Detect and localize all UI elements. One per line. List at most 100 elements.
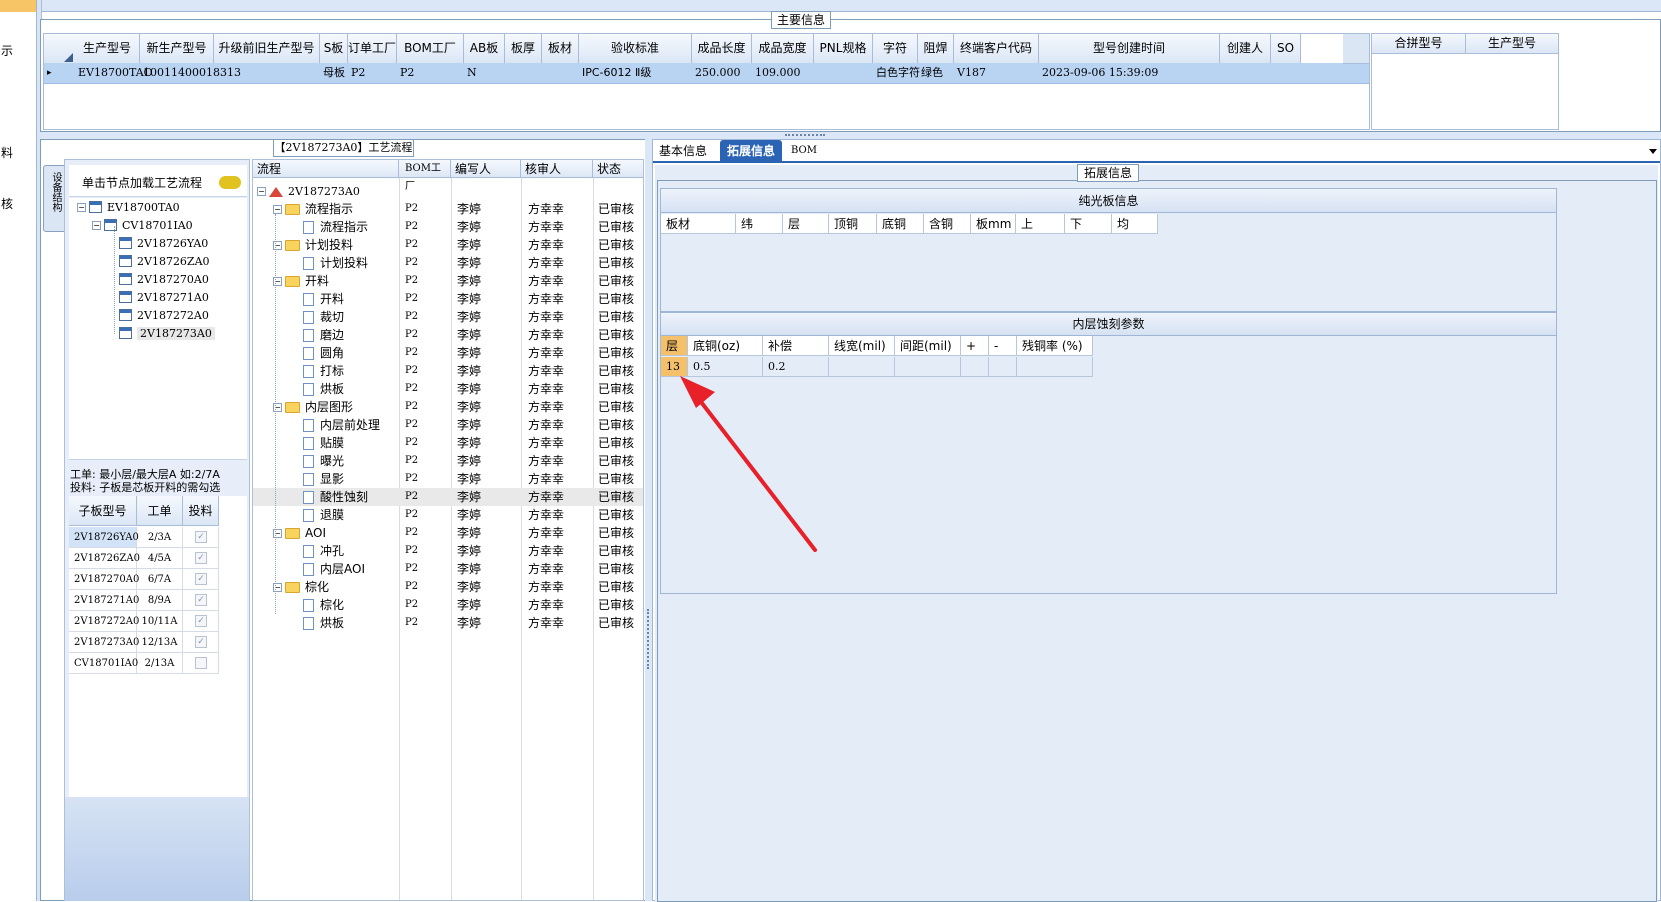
- col-header-5[interactable]: BOM工厂: [397, 34, 464, 64]
- tree-node[interactable]: 2V18726ZA0: [119, 253, 210, 271]
- flow-row[interactable]: − AOI P2 李婷 方幸幸 已审核: [253, 524, 643, 542]
- feed-checkbox[interactable]: ✓: [195, 573, 207, 585]
- flow-row[interactable]: 显影 P2 李婷 方幸幸 已审核: [253, 470, 643, 488]
- col-header-17[interactable]: 创建人: [1220, 34, 1271, 64]
- cell-16[interactable]: 2023-09-06 15:39:09: [1040, 63, 1221, 83]
- col-header-11[interactable]: 成品宽度: [752, 34, 814, 64]
- sub-col-header-1[interactable]: 工单: [137, 496, 183, 526]
- flow-row[interactable]: 圆角 P2 李婷 方幸幸 已审核: [253, 344, 643, 362]
- cell-1[interactable]: 10011400018313: [141, 63, 241, 83]
- feed-checkbox[interactable]: ✓: [195, 594, 207, 606]
- merge-col-0[interactable]: 合拼型号: [1372, 34, 1466, 54]
- col-header-8[interactable]: 板材: [542, 34, 579, 64]
- sub-model-cell[interactable]: 2V18726ZA0: [69, 548, 140, 569]
- collapse-icon[interactable]: −: [77, 202, 86, 212]
- flow-row[interactable]: 退膜 P2 李婷 方幸幸 已审核: [253, 506, 643, 524]
- cell-10[interactable]: 250.000: [693, 63, 753, 83]
- flow-row[interactable]: 流程指示 P2 李婷 方幸幸 已审核: [253, 218, 643, 236]
- flow-col-header-2[interactable]: 编写人: [451, 160, 521, 178]
- col-header-18[interactable]: SO: [1271, 34, 1301, 64]
- col-header-9[interactable]: 验收标准: [579, 34, 692, 64]
- col-header-12[interactable]: PNL规格: [814, 34, 873, 64]
- col-header-10[interactable]: 成品长度: [692, 34, 752, 64]
- sub-col-header-0[interactable]: 子板型号: [69, 496, 137, 526]
- collapse-icon[interactable]: −: [257, 187, 266, 196]
- sub-order-cell[interactable]: 4/5A: [137, 548, 183, 569]
- sub-order-cell[interactable]: 8/9A: [137, 590, 183, 611]
- cell-11[interactable]: 109.000: [753, 63, 815, 83]
- flow-row[interactable]: − 内层图形 P2 李婷 方幸幸 已审核: [253, 398, 643, 416]
- tree-node[interactable]: − CV18701IA0: [92, 217, 193, 235]
- sub-order-cell[interactable]: 12/13A: [137, 632, 183, 653]
- col-header-15[interactable]: 终端客户代码: [954, 34, 1039, 64]
- side-tab-device[interactable]: 设备结构: [43, 165, 65, 232]
- sub-model-cell[interactable]: 2V187271A0: [69, 590, 139, 611]
- left-nav-char-2[interactable]: 料: [1, 144, 13, 161]
- flow-row[interactable]: − 棕化 P2 李婷 方幸幸 已审核: [253, 578, 643, 596]
- flow-row[interactable]: 烘板 P2 李婷 方幸幸 已审核: [253, 614, 643, 632]
- flow-row[interactable]: 打标 P2 李婷 方幸幸 已审核: [253, 362, 643, 380]
- main-info-row[interactable]: ▸ EV18700TAO 10011400018313 母板 P2 P2 N IPC-6012…: [44, 63, 1369, 84]
- feed-checkbox[interactable]: ✓: [195, 615, 207, 627]
- sub-model-cell[interactable]: 2V187270A0: [69, 569, 139, 590]
- cell-0[interactable]: EV18700TAO: [76, 63, 153, 83]
- sub-model-cell[interactable]: CV18701IA0: [69, 653, 138, 674]
- col-header-16[interactable]: 型号创建时间: [1039, 34, 1220, 64]
- col-header-13[interactable]: 字符: [873, 34, 918, 64]
- tree-node[interactable]: − EV18700TA0: [77, 199, 180, 217]
- flow-col-header-4[interactable]: 状态: [593, 160, 643, 178]
- flow-row[interactable]: 烘板 P2 李婷 方幸幸 已审核: [253, 380, 643, 398]
- sub-order-cell[interactable]: 6/7A: [137, 569, 183, 590]
- col-header-0[interactable]: 生产型号: [75, 34, 140, 64]
- left-nav-char-1[interactable]: 示: [1, 42, 13, 59]
- tree-node[interactable]: 2V187273A0: [119, 325, 215, 343]
- feed-checkbox[interactable]: ✓: [195, 531, 207, 543]
- merge-col-1[interactable]: 生产型号: [1466, 34, 1559, 54]
- cell-6[interactable]: N: [465, 63, 506, 83]
- sub-model-cell[interactable]: 2V18726YA0: [69, 527, 139, 548]
- flow-row[interactable]: 冲孔 P2 李婷 方幸幸 已审核: [253, 542, 643, 560]
- sub-model-cell[interactable]: 2V187272A0: [69, 611, 139, 632]
- col-header-3[interactable]: S板: [320, 34, 348, 64]
- tree-node[interactable]: 2V187271A0: [119, 289, 209, 307]
- flow-row[interactable]: − 开料 P2 李婷 方幸幸 已审核: [253, 272, 643, 290]
- cell-14[interactable]: 绿色: [919, 63, 955, 83]
- flow-row[interactable]: 磨边 P2 李婷 方幸幸 已审核: [253, 326, 643, 344]
- cell-5[interactable]: P2: [398, 63, 465, 83]
- tree-node[interactable]: 2V18726YA0: [119, 235, 208, 253]
- flow-row[interactable]: − 流程指示 P2 李婷 方幸幸 已审核: [253, 200, 643, 218]
- left-nav-char-3[interactable]: 核: [1, 195, 13, 212]
- sub-order-cell[interactable]: 10/11A: [137, 611, 183, 632]
- sub-model-cell[interactable]: 2V187273A0: [69, 632, 139, 653]
- flow-row[interactable]: − 计划投料 P2 李婷 方幸幸 已审核: [253, 236, 643, 254]
- flow-row[interactable]: 内层前处理 P2 李婷 方幸幸 已审核: [253, 416, 643, 434]
- flow-row[interactable]: 酸性蚀刻 P2 李婷 方幸幸 已审核: [253, 488, 643, 506]
- flow-root-row[interactable]: − 2V187273A0: [253, 182, 643, 200]
- flow-col-header-1[interactable]: BOM工厂: [399, 160, 451, 192]
- middle-splitter[interactable]: [645, 139, 652, 901]
- tree-node[interactable]: 2V187270A0: [119, 271, 209, 289]
- flow-row[interactable]: 棕化 P2 李婷 方幸幸 已审核: [253, 596, 643, 614]
- cell-9[interactable]: IPC-6012 Ⅱ级: [580, 63, 693, 83]
- col-header-2[interactable]: 升级前旧生产型号: [214, 34, 320, 64]
- flow-row[interactable]: 贴膜 P2 李婷 方幸幸 已审核: [253, 434, 643, 452]
- sub-order-cell[interactable]: 2/3A: [137, 527, 183, 548]
- flow-col-header-3[interactable]: 核审人: [521, 160, 593, 178]
- col-header-14[interactable]: 阻焊: [918, 34, 954, 64]
- flow-row[interactable]: 内层AOI P2 李婷 方幸幸 已审核: [253, 560, 643, 578]
- cell-15[interactable]: V187: [955, 63, 1040, 83]
- col-header-6[interactable]: AB板: [464, 34, 505, 64]
- cell-3[interactable]: 母板: [321, 63, 349, 83]
- col-header-4[interactable]: 订单工厂: [348, 34, 397, 64]
- feed-checkbox[interactable]: [195, 657, 207, 669]
- col-header-7[interactable]: 板厚: [505, 34, 542, 64]
- flow-row[interactable]: 开料 P2 李婷 方幸幸 已审核: [253, 290, 643, 308]
- sub-col-header-2[interactable]: 投料: [183, 496, 219, 526]
- sub-order-cell[interactable]: 2/13A: [137, 653, 183, 674]
- feed-checkbox[interactable]: ✓: [195, 636, 207, 648]
- flow-row[interactable]: 计划投料 P2 李婷 方幸幸 已审核: [253, 254, 643, 272]
- cell-4[interactable]: P2: [349, 63, 398, 83]
- collapse-icon[interactable]: −: [273, 205, 282, 214]
- flow-row[interactable]: 裁切 P2 李婷 方幸幸 已审核: [253, 308, 643, 326]
- collapse-icon[interactable]: −: [92, 220, 101, 230]
